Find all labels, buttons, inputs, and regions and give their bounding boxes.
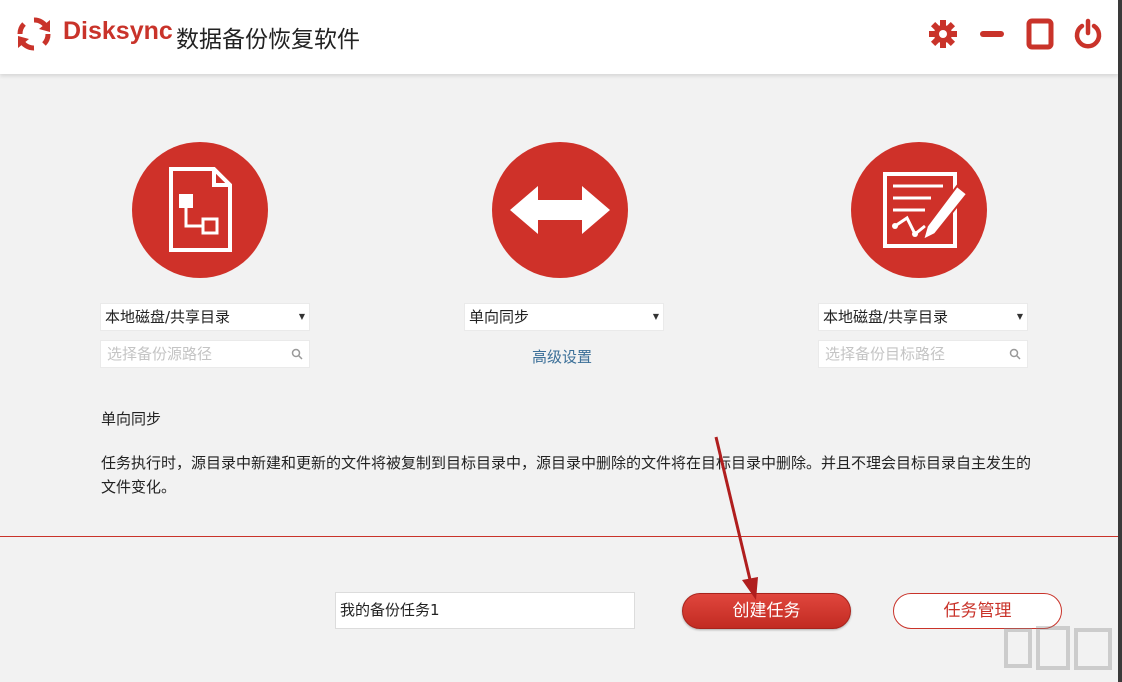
sync-circle xyxy=(492,142,628,278)
advanced-settings-link[interactable]: 高级设置 xyxy=(532,346,592,367)
description-title: 单向同步 xyxy=(101,410,162,428)
sync-mode-value: 单向同步 xyxy=(469,308,530,326)
power-icon[interactable] xyxy=(1072,18,1104,50)
gear-icon[interactable] xyxy=(927,18,959,50)
target-path-placeholder: 选择备份目标路径 xyxy=(825,345,946,363)
watermark-logo-icon xyxy=(1004,626,1112,670)
task-name-input[interactable]: 我的备份任务1 xyxy=(335,592,635,629)
app-title: 数据备份恢复软件 xyxy=(176,27,360,53)
target-circle xyxy=(851,142,987,278)
sync-mode-dropdown[interactable]: 单向同步 ▼ xyxy=(464,303,664,331)
source-path-input[interactable]: 选择备份源路径 xyxy=(100,340,310,368)
search-icon[interactable] xyxy=(1009,348,1021,360)
window-edge xyxy=(1118,0,1122,682)
brand-name: Disksync xyxy=(63,17,173,45)
target-path-input[interactable]: 选择备份目标路径 xyxy=(818,340,1028,368)
description-text: 任务执行时，源目录中新建和更新的文件将被复制到目标目录中，源目录中删除的文件将在… xyxy=(101,454,1032,496)
double-arrow-icon xyxy=(510,186,610,234)
maximize-icon[interactable] xyxy=(1024,18,1056,50)
chevron-down-icon: ▼ xyxy=(1016,312,1023,321)
create-task-button[interactable]: 创建任务 xyxy=(682,593,851,629)
main-panel: 本地磁盘/共享目录 ▼ 选择备份源路径 单向同步 ▼ 高级设置 本地磁盘/共享目… xyxy=(0,74,1118,680)
target-type-value: 本地磁盘/共享目录 xyxy=(823,308,949,326)
divider xyxy=(0,536,1118,537)
search-icon[interactable] xyxy=(291,348,303,360)
source-path-placeholder: 选择备份源路径 xyxy=(107,345,213,363)
chevron-down-icon: ▼ xyxy=(652,312,659,321)
sync-logo-icon xyxy=(17,17,51,51)
target-type-dropdown[interactable]: 本地磁盘/共享目录 ▼ xyxy=(818,303,1028,331)
minimize-icon[interactable] xyxy=(976,18,1008,50)
source-type-value: 本地磁盘/共享目录 xyxy=(105,308,231,326)
source-file-icon xyxy=(169,167,232,252)
edit-document-icon xyxy=(883,172,969,248)
source-circle xyxy=(132,142,268,278)
chevron-down-icon: ▼ xyxy=(298,312,305,321)
title-bar: Disksync 数据备份恢复软件 xyxy=(0,0,1118,74)
source-type-dropdown[interactable]: 本地磁盘/共享目录 ▼ xyxy=(100,303,310,331)
